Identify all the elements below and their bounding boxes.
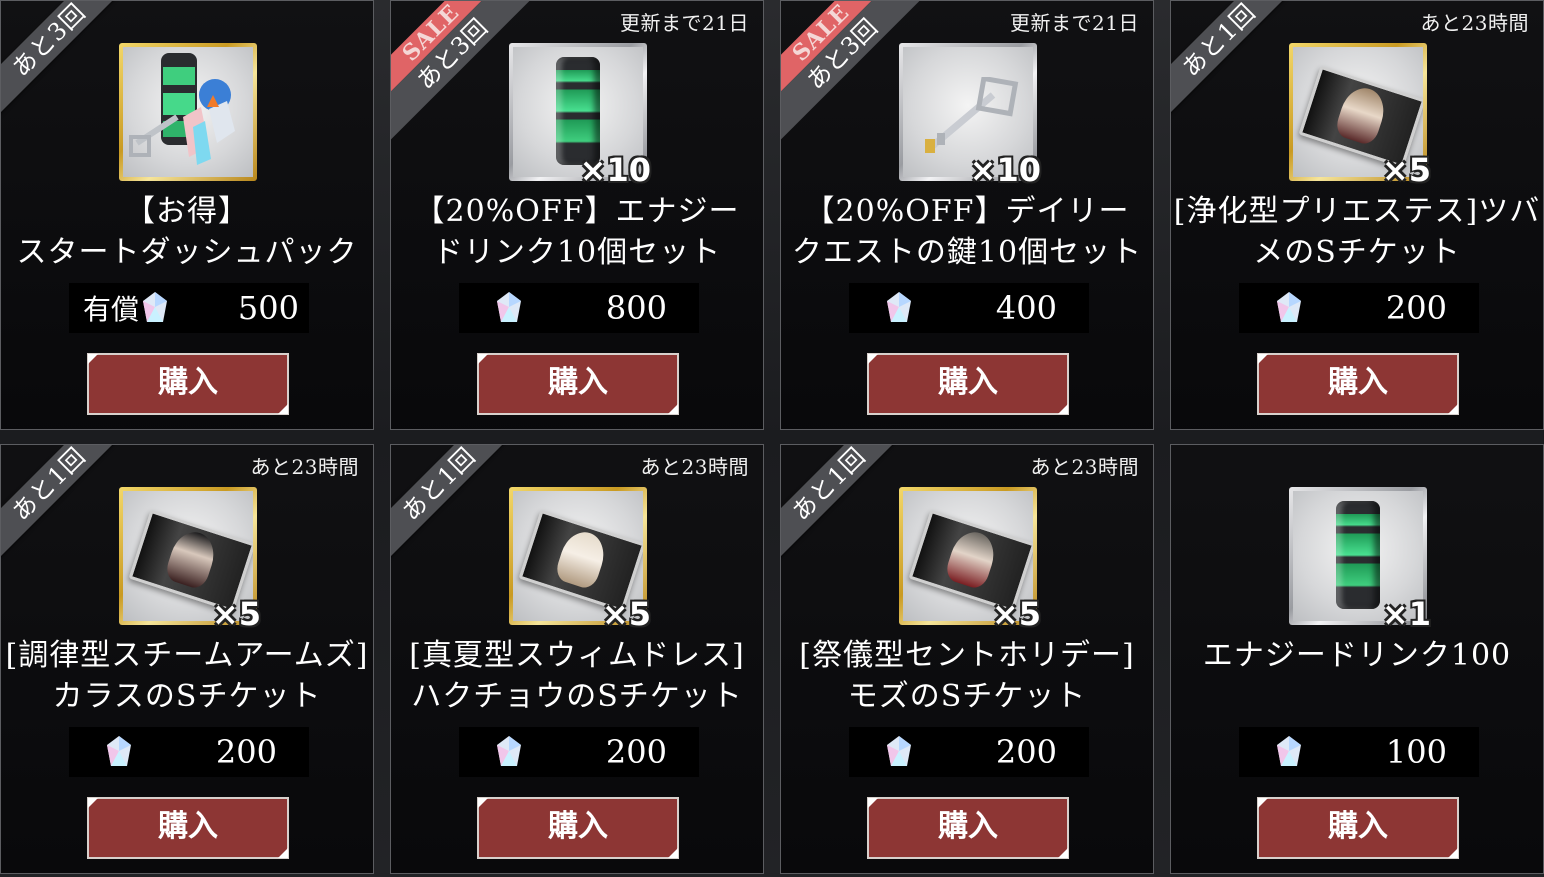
energy-drink-icon — [556, 57, 600, 165]
buy-button[interactable]: 購入 — [1257, 797, 1459, 859]
shop-item-card: あと1回 あと23時間 ×5 [浄化型プリエステス]ツバ メのSチケット 200… — [1170, 0, 1544, 430]
price-value: 200 — [1385, 289, 1447, 327]
price-bar: 200 — [69, 727, 309, 777]
price-value: 200 — [605, 733, 667, 771]
time-remaining: あと23時間 — [1030, 455, 1139, 479]
shop-item-card: あと3回 【お得】 スタートダッシュパック 有償 500 購入 — [0, 0, 374, 430]
remaining-count-ribbon: あと1回 — [1171, 1, 1309, 130]
price-bar: 有償 500 — [69, 283, 309, 333]
item-name: [真夏型スウィムドレス] ハクチョウのSチケット — [391, 635, 763, 717]
buy-button[interactable]: 購入 — [87, 797, 289, 859]
item-name: 【20%OFF】エナジー ドリンク10個セット — [391, 191, 763, 273]
item-name-line1: [祭儀型セントホリデー] — [799, 638, 1135, 673]
price-value: 800 — [605, 289, 667, 327]
gem-icon — [497, 292, 521, 322]
item-name-line2: メのSチケット — [1253, 235, 1461, 270]
shop-item-card: あと1回 あと23時間 ×5 [真夏型スウィムドレス] ハクチョウのSチケット … — [390, 444, 764, 874]
buy-button[interactable]: 購入 — [1257, 353, 1459, 415]
gem-icon — [497, 736, 521, 766]
item-name: [調律型スチームアームズ] カラスのSチケット — [1, 635, 373, 717]
start-pack-icon — [129, 53, 235, 165]
price-bar: 100 — [1239, 727, 1479, 777]
item-name-line1: 【20%OFF】エナジー — [414, 194, 740, 229]
buy-button[interactable]: 購入 — [867, 353, 1069, 415]
buy-button[interactable]: 購入 — [867, 797, 1069, 859]
refresh-timer: 更新まで21日 — [620, 11, 749, 35]
time-remaining: あと23時間 — [250, 455, 359, 479]
item-name-line1: 【20%OFF】デイリー — [804, 194, 1130, 229]
item-name: 【お得】 スタートダッシュパック — [1, 191, 373, 273]
item-name-line2: ハクチョウのSチケット — [411, 679, 743, 714]
shop-item-card: あと1回 あと23時間 ×5 [祭儀型セントホリデー] モズのSチケット 200… — [780, 444, 1154, 874]
gem-icon — [143, 292, 168, 322]
refresh-timer: 更新まで21日 — [1010, 11, 1139, 35]
item-quantity: ×10 — [969, 151, 1041, 189]
gem-icon — [887, 292, 911, 322]
item-name-line1: [浄化型プリエステス]ツバ — [1173, 194, 1541, 229]
price-bar: 200 — [459, 727, 699, 777]
shop-item-card: あと1回 あと23時間 ×5 [調律型スチームアームズ] カラスのSチケット 2… — [0, 444, 374, 874]
item-frame[interactable]: ×10 — [899, 43, 1041, 189]
item-frame[interactable] — [119, 43, 257, 181]
energy-drink-icon — [1336, 501, 1380, 609]
paid-label: 有償 — [83, 293, 140, 326]
item-name: エナジードリンク100 — [1171, 635, 1543, 676]
gem-icon — [1277, 736, 1301, 766]
item-quantity: ×10 — [579, 151, 651, 189]
item-name-line2: モズのSチケット — [847, 679, 1087, 714]
item-name-line2: カラスのSチケット — [52, 679, 322, 714]
buy-button[interactable]: 購入 — [87, 353, 289, 415]
item-frame[interactable]: ×1 — [1289, 487, 1431, 633]
item-frame[interactable]: ×5 — [119, 487, 261, 633]
item-quantity: ×5 — [601, 595, 651, 633]
price-value: 500 — [237, 289, 299, 327]
remaining-count-ribbon: あと3回 — [1, 1, 139, 130]
time-remaining: あと23時間 — [640, 455, 749, 479]
price-bar: 200 — [1239, 283, 1479, 333]
item-quantity: ×5 — [211, 595, 261, 633]
shop-grid: あと3回 【お得】 スタートダッシュパック 有償 500 購入 SALE あと3… — [0, 0, 1544, 877]
shop-item-card: SALE あと3回 更新まで21日 ×10 【20%OFF】デイリー クエストの… — [780, 0, 1154, 430]
buy-button[interactable]: 購入 — [477, 797, 679, 859]
gem-icon — [887, 736, 911, 766]
price-value: 100 — [1385, 733, 1447, 771]
item-name-line1: [真夏型スウィムドレス] — [409, 638, 745, 673]
price-bar: 400 — [849, 283, 1089, 333]
price-value: 200 — [215, 733, 277, 771]
item-frame[interactable]: ×5 — [1289, 43, 1431, 189]
item-name-line1: 【お得】 — [125, 194, 249, 229]
item-name: 【20%OFF】デイリー クエストの鍵10個セット — [781, 191, 1153, 273]
remaining-count-ribbon: あと1回 — [781, 445, 919, 574]
item-quantity: ×1 — [1381, 595, 1431, 633]
item-quantity: ×5 — [991, 595, 1041, 633]
item-name: [祭儀型セントホリデー] モズのSチケット — [781, 635, 1153, 717]
item-quantity: ×5 — [1381, 151, 1431, 189]
buy-button[interactable]: 購入 — [477, 353, 679, 415]
item-name: [浄化型プリエステス]ツバ メのSチケット — [1171, 191, 1543, 273]
item-name-line2: スタートダッシュパック — [16, 235, 358, 270]
item-name-line2: ドリンク10個セット — [432, 235, 722, 270]
item-frame[interactable]: ×5 — [899, 487, 1041, 633]
item-name-line2: クエストの鍵10個セット — [791, 235, 1143, 270]
item-name-line1: エナジードリンク100 — [1202, 638, 1512, 673]
remaining-count-ribbon: あと1回 — [391, 445, 529, 574]
price-value: 200 — [995, 733, 1057, 771]
price-bar: 800 — [459, 283, 699, 333]
item-frame[interactable]: ×10 — [509, 43, 651, 189]
price-bar: 200 — [849, 727, 1089, 777]
price-value: 400 — [995, 289, 1057, 327]
gem-icon — [1277, 292, 1301, 322]
gem-icon — [107, 736, 131, 766]
quest-key-icon — [925, 77, 1019, 153]
time-remaining: あと23時間 — [1420, 11, 1529, 35]
item-frame[interactable]: ×5 — [509, 487, 651, 633]
shop-item-card: SALE あと3回 更新まで21日 ×10 【20%OFF】エナジー ドリンク1… — [390, 0, 764, 430]
item-name-line1: [調律型スチームアームズ] — [5, 638, 369, 673]
remaining-count-ribbon: あと1回 — [1, 445, 139, 574]
shop-item-card: ×1 エナジードリンク100 100 購入 — [1170, 444, 1544, 874]
